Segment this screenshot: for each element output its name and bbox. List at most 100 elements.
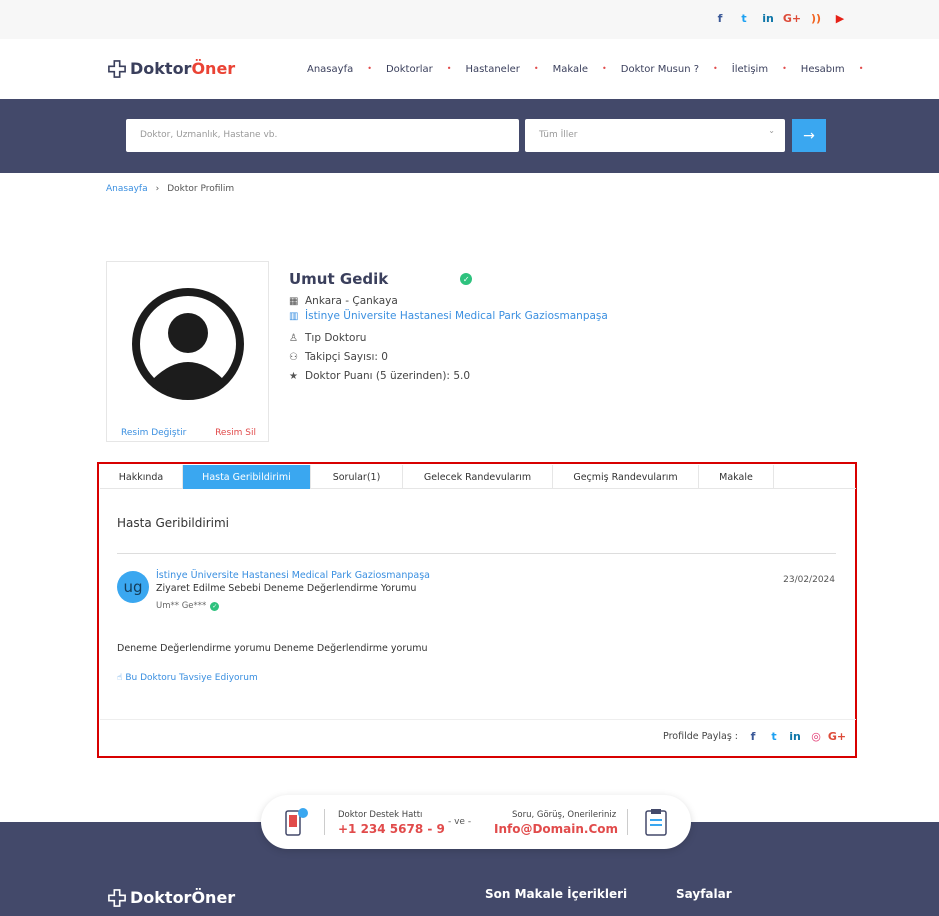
nav-item-label: Hesabım: [800, 64, 845, 75]
specialty-row: ♙ Tıp Doktoru: [289, 332, 608, 344]
followers-count: Takipçi Sayısı: 0: [305, 351, 388, 363]
share-profile-bar: Profilde Paylaş : f t in ◎ G+: [663, 730, 846, 743]
feedback-date: 23/02/2024: [783, 575, 835, 585]
tab-5[interactable]: Makale: [699, 465, 774, 489]
phone-support-icon: [285, 808, 308, 836]
nav-item-label: Makale: [552, 64, 589, 75]
nav-separator-dot: •: [367, 64, 372, 73]
support-phone-label: Doktor Destek Hattı: [338, 810, 423, 820]
share-instagram-icon[interactable]: ◎: [810, 730, 822, 743]
nav-separator-dot: •: [533, 64, 539, 73]
doctor-icon: ♙: [289, 332, 298, 344]
support-mail-label: Soru, Görüş, Onerileriniz: [512, 810, 617, 820]
reviewer-avatar: ug: [117, 571, 149, 603]
rating-row: ★ Doktor Puanı (5 üzerinden): 5.0: [289, 370, 608, 382]
doctor-specialty: Tıp Doktoru: [305, 332, 367, 344]
nav-item[interactable]: Hesabım: [801, 64, 845, 75]
nav-separator-dot: •: [858, 64, 864, 73]
navbar: Doktor Öner Anasayfa • Doktorlar • Hastaneler…: [0, 39, 939, 99]
search-button[interactable]: →: [792, 119, 826, 152]
tab-4[interactable]: Geçmiş Randevularım: [553, 465, 699, 489]
recommend-text: Bu Doktoru Tavsiye Ediyorum: [125, 673, 258, 683]
breadcrumb-current: Doktor Profilim: [167, 184, 235, 194]
share-twitter-icon[interactable]: t: [768, 730, 780, 743]
nav-item[interactable]: Makale: [553, 64, 588, 75]
verified-check-icon: ✓: [460, 273, 473, 285]
city-select[interactable]: Tüm İller ⌄: [525, 119, 785, 152]
breadcrumb-home[interactable]: Anasayfa: [106, 184, 148, 194]
tab-3[interactable]: Gelecek Randevularım: [403, 465, 553, 489]
search-band: Doktor, Uzmanlık, Hastane vb. Tüm İller …: [0, 99, 939, 173]
user-plus-icon: ⚇: [289, 351, 298, 363]
divider: [100, 719, 856, 720]
youtube-icon[interactable]: ▶: [833, 11, 847, 25]
doctor-rating: Doktor Puanı (5 üzerinden): 5.0: [305, 370, 471, 382]
nav-separator-dot: •: [602, 64, 607, 73]
city-select-value: Tüm İller: [539, 130, 578, 140]
change-photo-link[interactable]: Resim Değiştir: [121, 428, 186, 438]
star-icon: ★: [289, 370, 298, 382]
nav-item[interactable]: Hastaneler: [465, 64, 519, 75]
clipboard-icon: [645, 809, 667, 836]
profile-photo-card: Resim Değiştir Resim Sil: [106, 261, 269, 442]
site-logo[interactable]: Doktor Öner: [108, 59, 235, 78]
divider: [627, 809, 628, 835]
doctor-location: Ankara - Çankaya: [305, 295, 398, 307]
tab-2[interactable]: Sorular(1): [311, 465, 403, 489]
footer-logo-text-oner: Öner: [191, 888, 236, 907]
nav-item-label: Hastaneler: [465, 64, 520, 75]
feedback-user: Um** Ge*** ✓: [156, 601, 220, 611]
avatar-placeholder-icon: [132, 288, 244, 400]
feedback-text: Deneme Değerlendirme yorumu Deneme Değer…: [117, 643, 428, 654]
support-phone-number[interactable]: +1 234 5678 - 9: [338, 822, 445, 836]
top-social-links: f t in G+)) ▶: [713, 11, 847, 25]
profile-info: Umut Gedik ✓ ▦ Ankara - Çankaya ▥ İstiny…: [289, 270, 608, 382]
verified-check-icon: ✓: [210, 601, 220, 611]
section-title: Hasta Geribildirimi: [117, 516, 229, 530]
followers-row: ⚇ Takipçi Sayısı: 0: [289, 351, 608, 363]
arrow-right-icon: →: [803, 127, 815, 144]
divider: [324, 809, 325, 835]
breadcrumb-separator: ›: [155, 184, 160, 194]
thumbs-up-icon: ☝: [117, 673, 123, 683]
doctor-name: Umut Gedik: [289, 270, 389, 288]
breadcrumb: Anasayfa › Doktor Profilim: [106, 184, 234, 194]
tab-0[interactable]: Hakkında: [100, 465, 183, 489]
logo-cross-icon: [108, 888, 126, 907]
hospital-row[interactable]: ▥ İstinye Üniversite Hastanesi Medical P…: [289, 310, 608, 322]
tab-1[interactable]: Hasta Geribildirimi: [183, 465, 311, 489]
share-linkedin-icon[interactable]: in: [789, 730, 801, 743]
nav-separator-dot: •: [782, 64, 787, 73]
google-plus-icon[interactable]: G+: [783, 11, 801, 25]
delete-photo-link[interactable]: Resim Sil: [215, 428, 256, 438]
share-google-plus-icon[interactable]: G+: [828, 730, 846, 743]
support-mail[interactable]: Info@Domain.Com: [494, 822, 618, 836]
feedback-hospital-link[interactable]: İstinye Üniversite Hastanesi Medical Par…: [156, 570, 430, 581]
doctor-name-row: Umut Gedik ✓: [289, 270, 608, 288]
share-facebook-icon[interactable]: f: [747, 730, 759, 743]
support-separator-text: - ve -: [448, 817, 472, 827]
nav-item[interactable]: Anasayfa: [307, 64, 353, 75]
location-row: ▦ Ankara - Çankaya: [289, 295, 608, 307]
search-input[interactable]: Doktor, Uzmanlık, Hastane vb.: [126, 119, 519, 152]
twitter-icon[interactable]: t: [737, 11, 751, 25]
divider: [117, 553, 836, 554]
nav-item[interactable]: Doktorlar: [386, 64, 433, 75]
profile-tabs-panel: Hakkında Hasta Geribildirimi Sorular(1) Gel…: [97, 462, 857, 758]
feedback-username: Um** Ge***: [156, 601, 207, 611]
main-menu: Anasayfa • Doktorlar • Hastaneler • Makale • Dok…: [307, 64, 877, 75]
nav-item-label: Anasayfa: [307, 64, 354, 75]
footer-logo[interactable]: Doktor Öner: [108, 888, 235, 907]
hospital-icon: ▥: [289, 310, 299, 322]
facebook-icon[interactable]: f: [713, 11, 727, 25]
footer-heading-articles: Son Makale İçerikleri: [485, 887, 628, 901]
tab-bar: Hakkında Hasta Geribildirimi Sorular(1) Gel…: [100, 465, 856, 489]
logo-text-doktor: Doktor: [130, 59, 192, 78]
nav-item[interactable]: İletişim: [732, 64, 768, 75]
logo-text-oner: Öner: [191, 59, 236, 78]
rss-icon[interactable]: )): [809, 11, 823, 25]
footer-logo-text-doktor: Doktor: [130, 888, 192, 907]
linkedin-icon[interactable]: in: [761, 11, 775, 25]
nav-item[interactable]: Doktor Musun ?: [621, 64, 699, 75]
doctor-hospital-link[interactable]: İstinye Üniversite Hastanesi Medical Par…: [305, 310, 608, 322]
